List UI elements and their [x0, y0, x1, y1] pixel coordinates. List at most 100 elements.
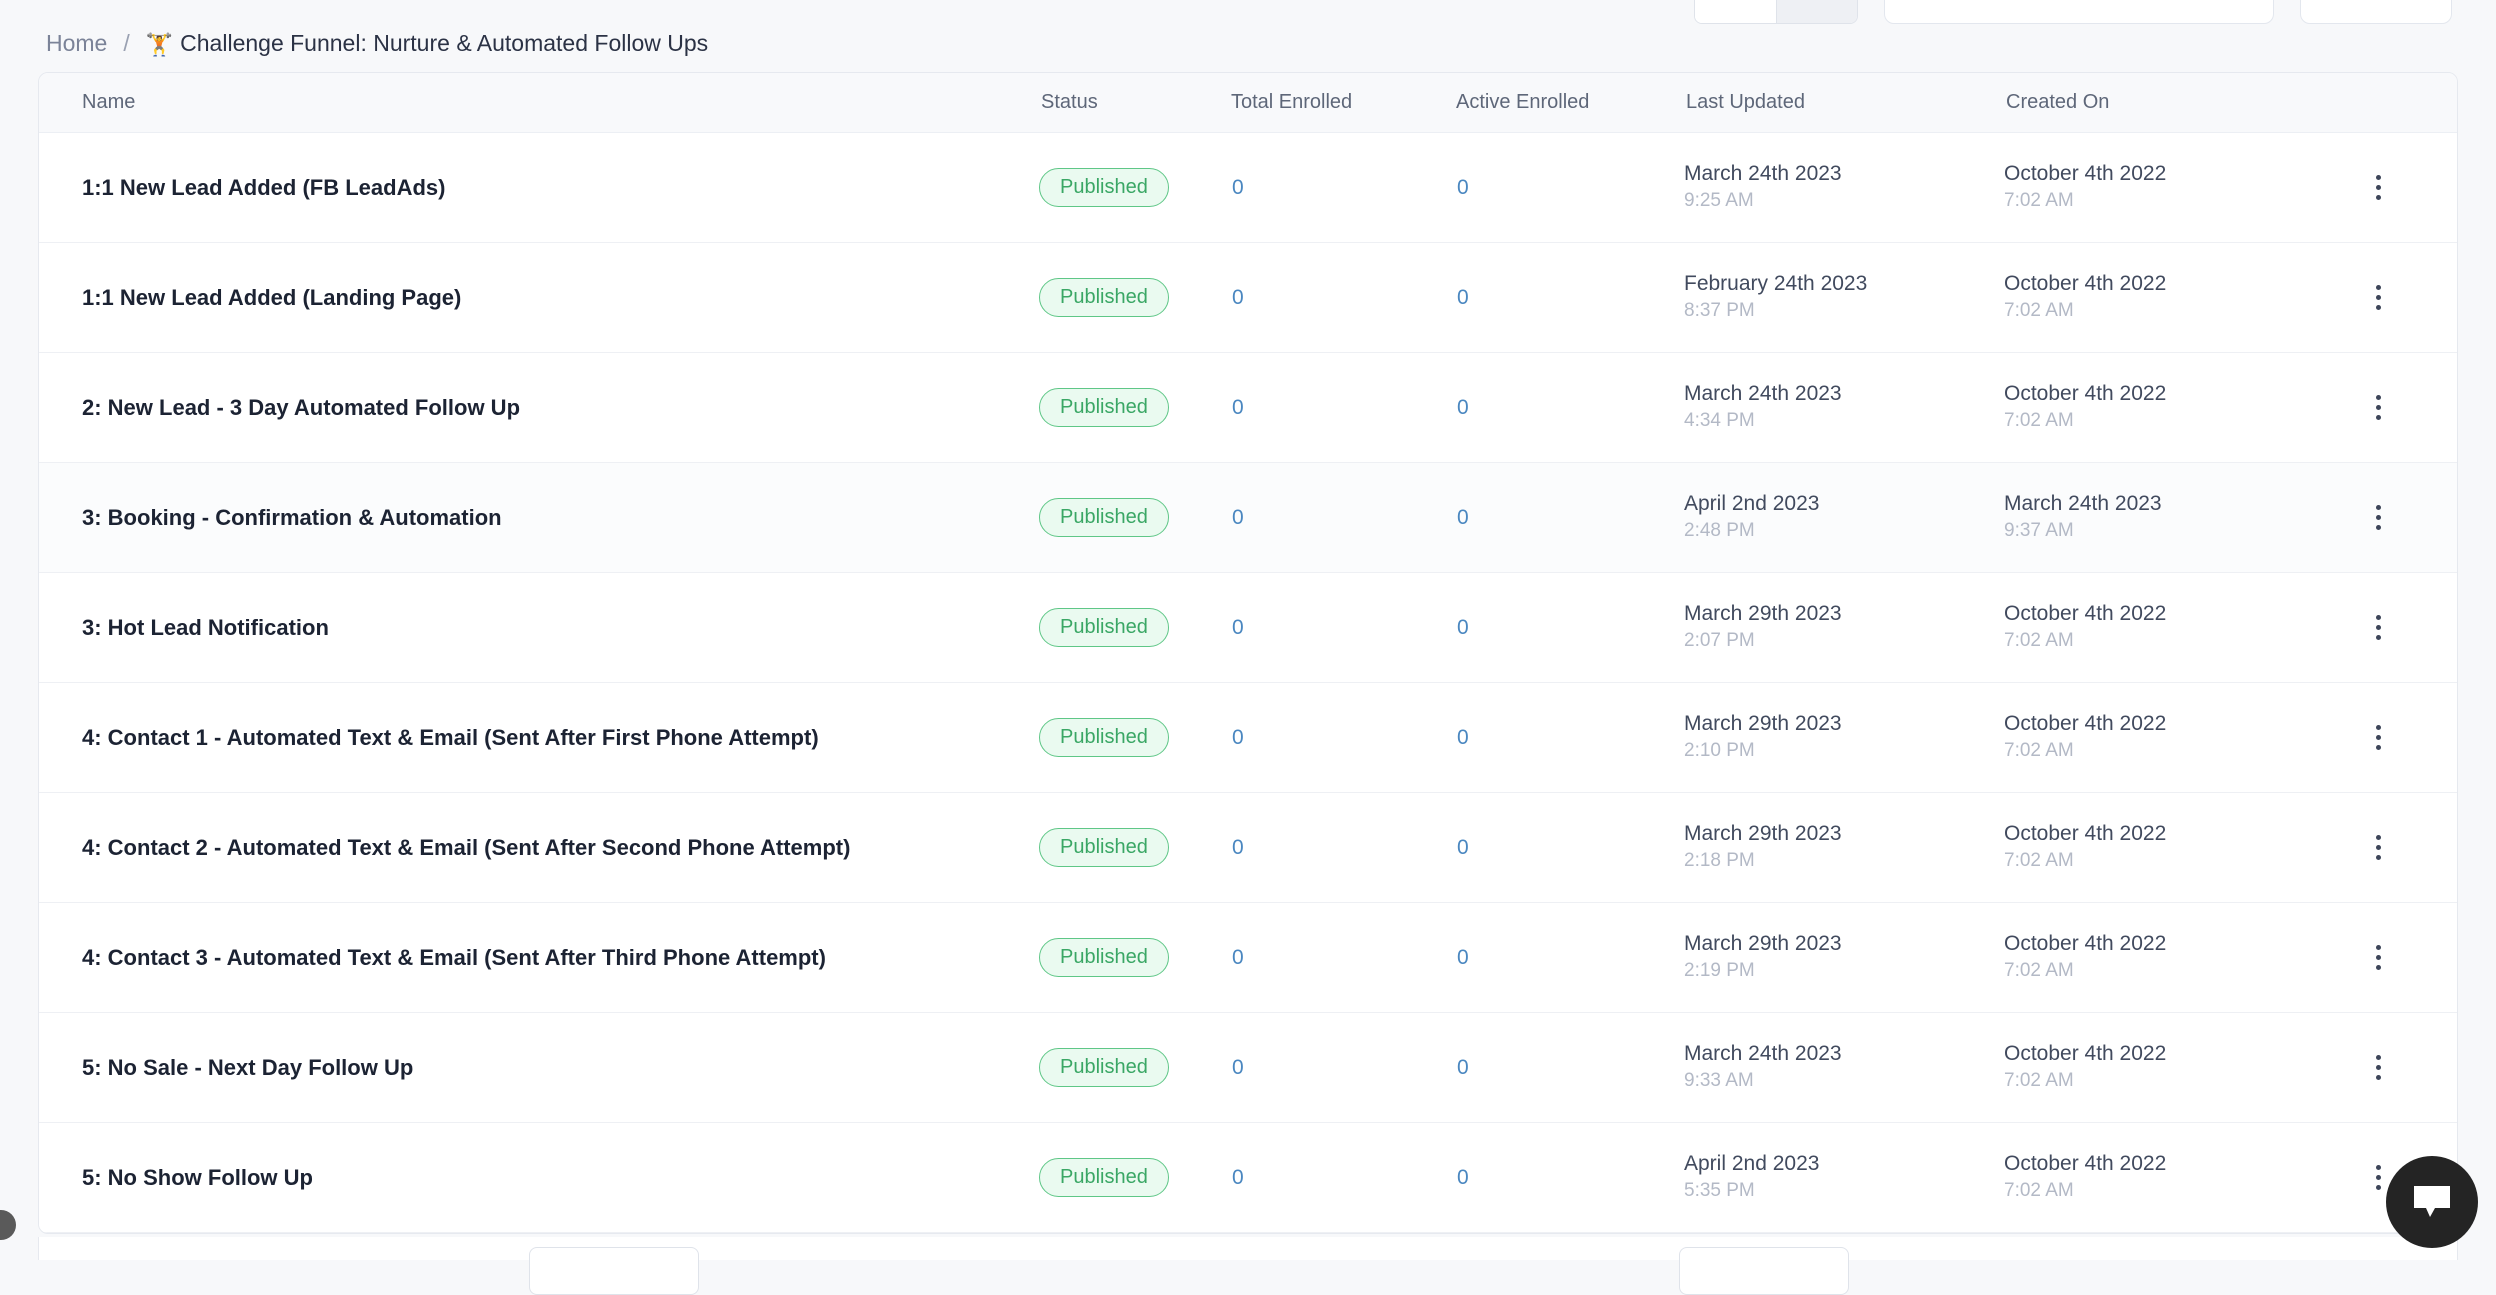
kebab-menu-icon[interactable]: [2361, 831, 2395, 865]
row-name[interactable]: 4: Contact 1 - Automated Text & Email (S…: [39, 725, 1039, 751]
row-last-updated: March 29th 20232:19 PM: [1684, 931, 2004, 984]
table-row[interactable]: 4: Contact 3 - Automated Text & Email (S…: [39, 903, 2457, 1013]
table-row[interactable]: 4: Contact 1 - Automated Text & Email (S…: [39, 683, 2457, 793]
status-badge: Published: [1039, 498, 1169, 537]
row-total-enrolled[interactable]: 0: [1229, 616, 1454, 640]
table-row[interactable]: 5: No Sale - Next Day Follow UpPublished…: [39, 1013, 2457, 1123]
row-name[interactable]: 3: Booking - Confirmation & Automation: [39, 505, 1039, 531]
kebab-menu-icon[interactable]: [2361, 611, 2395, 645]
row-created-on-date: October 4th 2022: [2004, 931, 2329, 958]
table-row[interactable]: 1:1 New Lead Added (FB LeadAds)Published…: [39, 133, 2457, 243]
kebab-menu-icon[interactable]: [2361, 721, 2395, 755]
row-status-cell: Published: [1039, 828, 1229, 867]
row-created-on: October 4th 20227:02 AM: [2004, 601, 2329, 654]
row-last-updated-time: 2:07 PM: [1684, 628, 2004, 654]
table-row[interactable]: 3: Booking - Confirmation & AutomationPu…: [39, 463, 2457, 573]
row-name[interactable]: 3: Hot Lead Notification: [39, 615, 1039, 641]
row-status-cell: Published: [1039, 1048, 1229, 1087]
row-status-cell: Published: [1039, 938, 1229, 977]
row-total-enrolled[interactable]: 0: [1229, 726, 1454, 750]
row-created-on-date: October 4th 2022: [2004, 1041, 2329, 1068]
chat-bubble-icon: [2411, 1184, 2453, 1220]
search-field-clipped[interactable]: [1884, 0, 2274, 24]
row-created-on: October 4th 20227:02 AM: [2004, 381, 2329, 434]
row-active-enrolled[interactable]: 0: [1454, 506, 1684, 530]
table-row[interactable]: 3: Hot Lead NotificationPublished00March…: [39, 573, 2457, 683]
row-last-updated-date: March 29th 2023: [1684, 821, 2004, 848]
row-last-updated-date: March 24th 2023: [1684, 161, 2004, 188]
row-created-on-date: October 4th 2022: [2004, 381, 2329, 408]
kebab-menu-icon[interactable]: [2361, 941, 2395, 975]
column-header-last-updated[interactable]: Last Updated: [1684, 91, 2004, 114]
row-created-on-time: 7:02 AM: [2004, 1178, 2329, 1204]
status-badge: Published: [1039, 938, 1169, 977]
status-badge: Published: [1039, 278, 1169, 317]
column-header-active-enrolled[interactable]: Active Enrolled: [1454, 91, 1684, 114]
row-total-enrolled[interactable]: 0: [1229, 396, 1454, 420]
row-last-updated-date: March 29th 2023: [1684, 931, 2004, 958]
row-active-enrolled[interactable]: 0: [1454, 946, 1684, 970]
row-active-enrolled[interactable]: 0: [1454, 286, 1684, 310]
row-last-updated-time: 8:37 PM: [1684, 298, 2004, 324]
breadcrumb-separator: /: [123, 32, 129, 55]
breadcrumb-home-link[interactable]: Home: [46, 32, 107, 55]
row-active-enrolled[interactable]: 0: [1454, 396, 1684, 420]
row-created-on: March 24th 20239:37 AM: [2004, 491, 2329, 544]
table-footer-clipped: [38, 1237, 2458, 1260]
row-name[interactable]: 5: No Sale - Next Day Follow Up: [39, 1055, 1039, 1081]
row-active-enrolled[interactable]: 0: [1454, 836, 1684, 860]
column-header-status[interactable]: Status: [1039, 91, 1229, 114]
segment-option-a[interactable]: [1695, 0, 1776, 23]
row-actions-cell: [2329, 721, 2457, 755]
row-name[interactable]: 5: No Show Follow Up: [39, 1165, 1039, 1191]
row-name[interactable]: 4: Contact 3 - Automated Text & Email (S…: [39, 945, 1039, 971]
row-created-on-time: 7:02 AM: [2004, 848, 2329, 874]
row-actions-cell: [2329, 941, 2457, 975]
row-active-enrolled[interactable]: 0: [1454, 616, 1684, 640]
table-row[interactable]: 4: Contact 2 - Automated Text & Email (S…: [39, 793, 2457, 903]
segmented-control-clipped[interactable]: [1694, 0, 1858, 24]
row-last-updated: March 29th 20232:18 PM: [1684, 821, 2004, 874]
row-total-enrolled[interactable]: 0: [1229, 836, 1454, 860]
row-active-enrolled[interactable]: 0: [1454, 176, 1684, 200]
kebab-menu-icon[interactable]: [2361, 281, 2395, 315]
row-total-enrolled[interactable]: 0: [1229, 506, 1454, 530]
column-header-created-on[interactable]: Created On: [2004, 91, 2329, 114]
kebab-menu-icon[interactable]: [2361, 391, 2395, 425]
kebab-menu-icon[interactable]: [2361, 501, 2395, 535]
chat-bubble-button[interactable]: [2386, 1156, 2478, 1248]
row-status-cell: Published: [1039, 498, 1229, 537]
table-row[interactable]: 1:1 New Lead Added (Landing Page)Publish…: [39, 243, 2457, 353]
top-toolbar-clipped: [0, 0, 2496, 24]
row-name[interactable]: 4: Contact 2 - Automated Text & Email (S…: [39, 835, 1039, 861]
row-last-updated: March 24th 20234:34 PM: [1684, 381, 2004, 434]
row-active-enrolled[interactable]: 0: [1454, 1166, 1684, 1190]
table-row[interactable]: 5: No Show Follow UpPublished00April 2nd…: [39, 1123, 2457, 1233]
table-row[interactable]: 2: New Lead - 3 Day Automated Follow UpP…: [39, 353, 2457, 463]
row-last-updated-date: March 29th 2023: [1684, 601, 2004, 628]
status-badge: Published: [1039, 1048, 1169, 1087]
segment-option-b[interactable]: [1776, 0, 1858, 23]
column-header-total-enrolled[interactable]: Total Enrolled: [1229, 91, 1454, 114]
row-total-enrolled[interactable]: 0: [1229, 286, 1454, 310]
status-badge: Published: [1039, 388, 1169, 427]
kebab-menu-icon[interactable]: [2361, 171, 2395, 205]
row-name[interactable]: 1:1 New Lead Added (FB LeadAds): [39, 175, 1039, 201]
row-total-enrolled[interactable]: 0: [1229, 946, 1454, 970]
row-total-enrolled[interactable]: 0: [1229, 1056, 1454, 1080]
row-last-updated-time: 2:10 PM: [1684, 738, 2004, 764]
kebab-menu-icon[interactable]: [2361, 1051, 2395, 1085]
footer-control-right[interactable]: [1679, 1247, 1849, 1295]
row-actions-cell: [2329, 281, 2457, 315]
footer-control-left[interactable]: [529, 1247, 699, 1295]
row-active-enrolled[interactable]: 0: [1454, 1056, 1684, 1080]
row-name[interactable]: 2: New Lead - 3 Day Automated Follow Up: [39, 395, 1039, 421]
row-active-enrolled[interactable]: 0: [1454, 726, 1684, 750]
row-total-enrolled[interactable]: 0: [1229, 176, 1454, 200]
row-name[interactable]: 1:1 New Lead Added (Landing Page): [39, 285, 1039, 311]
column-header-name[interactable]: Name: [39, 91, 1039, 114]
row-created-on: October 4th 20227:02 AM: [2004, 161, 2329, 214]
row-created-on-date: October 4th 2022: [2004, 711, 2329, 738]
row-total-enrolled[interactable]: 0: [1229, 1166, 1454, 1190]
toolbar-button-clipped[interactable]: [2300, 0, 2452, 24]
